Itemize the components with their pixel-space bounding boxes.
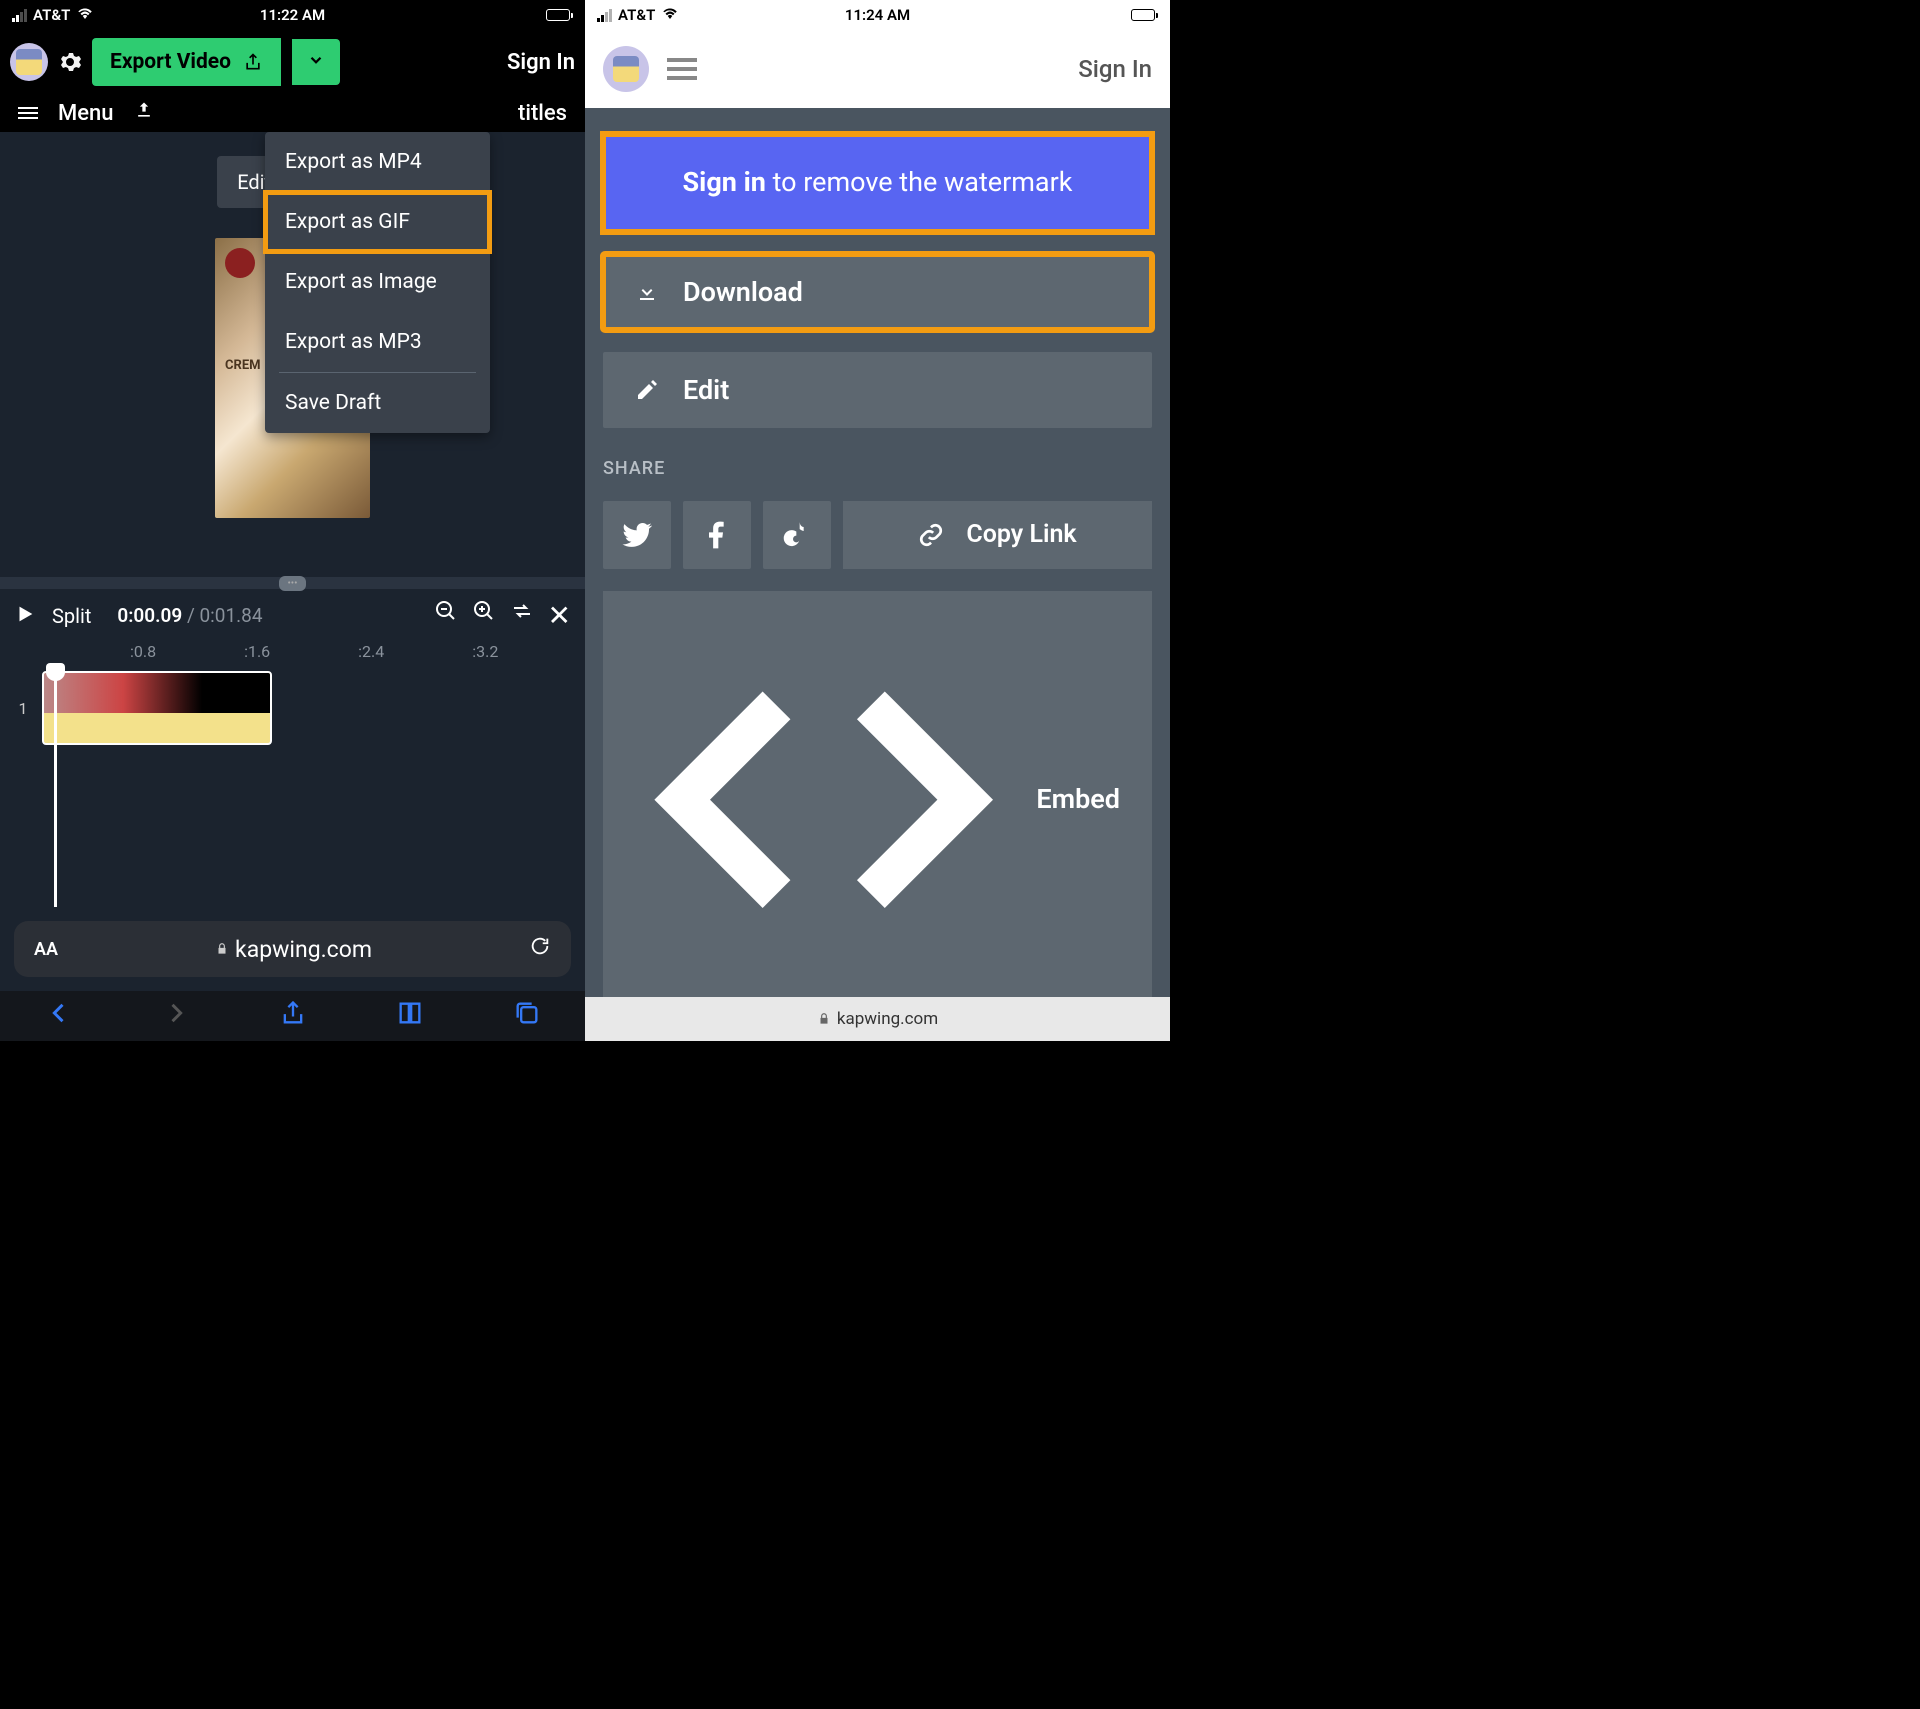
status-time: 11:24 AM: [845, 6, 910, 24]
export-dropdown: Export as MP4 Export as GIF Export as Im…: [265, 132, 490, 433]
copy-link-button[interactable]: Copy Link: [843, 501, 1152, 569]
export-dropdown-caret[interactable]: [292, 39, 340, 85]
menu-label[interactable]: Menu: [58, 101, 114, 126]
download-button[interactable]: Download: [603, 254, 1152, 330]
chevron-down-icon: [306, 51, 326, 69]
split-button[interactable]: Split: [52, 604, 91, 628]
subtitles-label[interactable]: titles: [518, 101, 567, 126]
status-bar-left: AT&T 11:22 AM: [0, 0, 585, 30]
code-icon: [635, 611, 1012, 988]
scrubber[interactable]: •••: [0, 577, 585, 589]
safari-url-bar[interactable]: AA kapwing.com: [14, 921, 571, 977]
embed-label: Embed: [1036, 783, 1120, 815]
carrier-label: AT&T: [618, 6, 655, 24]
safari-toolbar: [0, 991, 585, 1041]
share-row: Copy Link: [603, 501, 1152, 569]
signal-icon: [12, 9, 27, 22]
export-gif-item[interactable]: Export as GIF: [265, 192, 490, 252]
url-domain: kapwing.com: [837, 1009, 938, 1029]
twitter-button[interactable]: [603, 501, 671, 569]
avatar[interactable]: [10, 43, 48, 81]
tiktok-button[interactable]: [763, 501, 831, 569]
zoom-in-icon[interactable]: [472, 599, 496, 623]
download-label: Download: [683, 276, 803, 308]
url-domain: kapwing.com: [235, 936, 372, 963]
save-draft-item[interactable]: Save Draft: [265, 373, 490, 433]
battery-icon: [546, 9, 573, 21]
forward-icon: [162, 999, 190, 1027]
share-up-icon: [243, 51, 263, 73]
back-icon[interactable]: [45, 999, 73, 1027]
export-video-label: Export Video: [110, 50, 231, 74]
battery-icon: [1131, 9, 1158, 21]
lock-icon: [817, 1011, 831, 1027]
upload-icon[interactable]: [134, 100, 154, 126]
copy-link-label: Copy Link: [966, 520, 1076, 549]
page-header: Sign In: [585, 30, 1170, 108]
link-icon: [918, 522, 944, 548]
play-button[interactable]: [14, 603, 36, 629]
lock-icon: [215, 936, 229, 963]
canvas-area: Edit backgro Export as MP4 Export as GIF…: [0, 132, 585, 577]
reload-icon[interactable]: [529, 935, 551, 963]
pencil-icon: [635, 378, 659, 402]
timeline-tracks[interactable]: 1: [0, 667, 585, 907]
status-bar-right: AT&T 11:24 AM: [585, 0, 1170, 30]
export-mp4-item[interactable]: Export as MP4: [265, 132, 490, 192]
signin-link[interactable]: Sign In: [1078, 55, 1152, 83]
zoom-out-icon[interactable]: [434, 599, 458, 623]
edit-label: Edit: [683, 374, 729, 406]
bookmarks-icon[interactable]: [396, 999, 424, 1027]
carrier-label: AT&T: [33, 6, 70, 24]
facebook-button[interactable]: [683, 501, 751, 569]
avatar[interactable]: [603, 46, 649, 92]
close-timeline-icon[interactable]: ✕: [548, 599, 571, 632]
swap-icon[interactable]: [510, 599, 534, 623]
download-icon: [635, 280, 659, 304]
export-mp3-item[interactable]: Export as MP3: [265, 312, 490, 372]
tabs-icon[interactable]: [513, 999, 541, 1027]
share-icon[interactable]: [279, 999, 307, 1027]
export-image-item[interactable]: Export as Image: [265, 252, 490, 312]
text-size-button[interactable]: AA: [34, 939, 58, 960]
timeline-section: ••• Split 0:00.09 / 0:01.84 ✕ 0.8 1.6 2.…: [0, 577, 585, 907]
edit-button[interactable]: Edit: [603, 352, 1152, 428]
track-number: 1: [10, 699, 36, 718]
timeline-ruler: 0.8 1.6 2.4 3.2: [0, 642, 585, 667]
playhead[interactable]: [54, 667, 57, 907]
gear-icon[interactable]: [58, 50, 82, 74]
signal-icon: [597, 9, 612, 22]
status-time: 11:22 AM: [260, 6, 325, 24]
share-heading: SHARE: [603, 458, 1152, 479]
wifi-icon: [661, 6, 679, 24]
menu-bar: Menu titles: [0, 94, 585, 132]
timecode: 0:00.09 / 0:01.84: [117, 604, 262, 627]
menu-icon[interactable]: [18, 107, 38, 119]
safari-url-bar-right[interactable]: kapwing.com: [585, 997, 1170, 1041]
export-video-button[interactable]: Export Video: [92, 38, 281, 86]
embed-button[interactable]: Embed: [603, 591, 1152, 997]
scrubber-handle[interactable]: •••: [279, 576, 305, 591]
wifi-icon: [76, 6, 94, 24]
hamburger-menu[interactable]: [667, 58, 697, 80]
signin-banner[interactable]: Sign in to remove the watermark: [603, 134, 1152, 232]
app-topbar: Export Video Sign In: [0, 30, 585, 94]
signin-link[interactable]: Sign In: [507, 50, 575, 75]
timeline-controls: Split 0:00.09 / 0:01.84 ✕: [0, 589, 585, 642]
track-clip[interactable]: [42, 671, 272, 745]
